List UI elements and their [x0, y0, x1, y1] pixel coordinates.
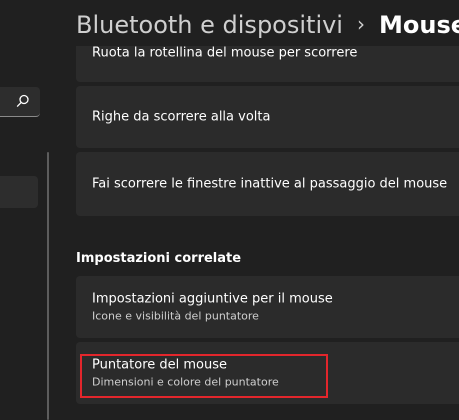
related-card-text: Impostazioni aggiuntive per il mouse Ico… — [92, 292, 333, 323]
setting-label: Ruota la rotellina del mouse per scorrer… — [92, 46, 358, 61]
related-card-title: Impostazioni aggiuntive per il mouse — [92, 291, 333, 307]
related-card-subtitle: Dimensioni e colore del puntatore — [92, 375, 279, 389]
related-card-additional-mouse-settings[interactable]: Impostazioni aggiuntive per il mouse Ico… — [76, 276, 459, 338]
setting-label: Fai scorrere le finestre inattive al pas… — [92, 176, 448, 192]
related-card-title: Puntatore del mouse — [92, 357, 228, 373]
setting-card-scroll-inactive[interactable]: Fai scorrere le finestre inattive al pas… — [76, 152, 459, 216]
breadcrumb: Bluetooth e dispositivi › Mouse — [76, 8, 459, 42]
breadcrumb-parent-link[interactable]: Bluetooth e dispositivi — [76, 11, 343, 39]
related-settings-heading: Impostazioni correlate — [76, 251, 242, 266]
page-title: Mouse — [378, 11, 459, 39]
setting-card-lines-to-scroll[interactable]: Righe da scorrere alla volta — [76, 86, 459, 148]
breadcrumb-separator-icon: › — [356, 12, 365, 36]
related-card-text: Puntatore del mouse Dimensioni e colore … — [92, 358, 279, 389]
related-card-mouse-pointer[interactable]: Puntatore del mouse Dimensioni e colore … — [76, 342, 459, 404]
related-card-subtitle: Icone e visibilità del puntatore — [92, 309, 259, 323]
setting-card-scroll-wheel[interactable]: Ruota la rotellina del mouse per scorrer… — [76, 46, 459, 82]
setting-label: Righe da scorrere alla volta — [92, 109, 271, 125]
